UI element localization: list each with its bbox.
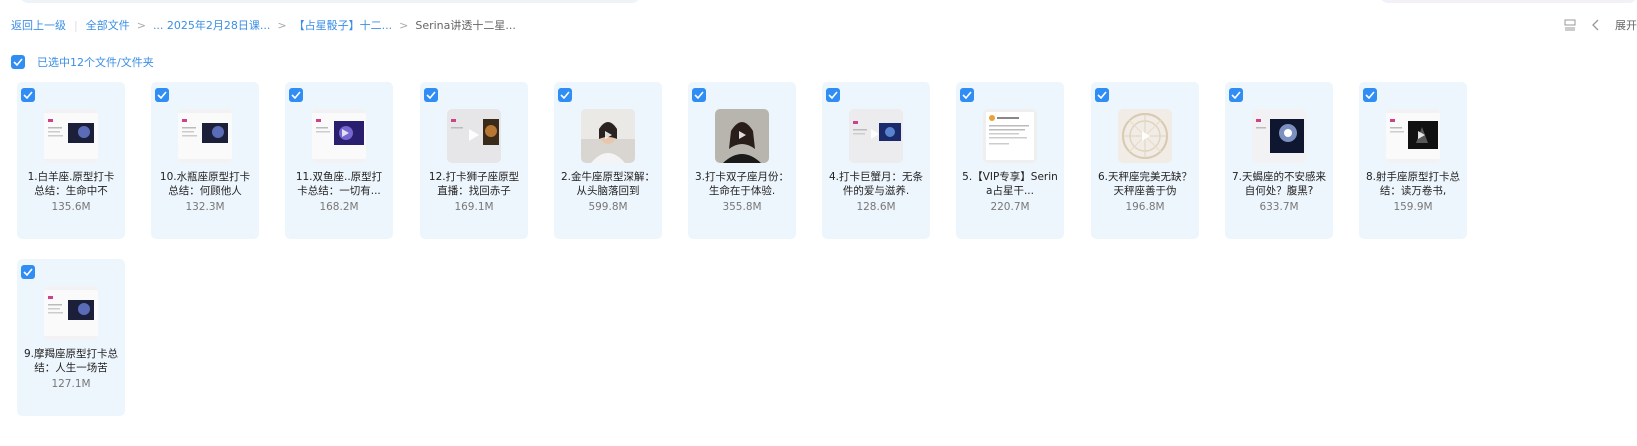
checkmark-icon: [962, 91, 972, 99]
file-card[interactable]: 10.水瓶座原型打卡总结：何顾他人 132.3M: [151, 82, 259, 239]
video-thumbnail[interactable]: [1252, 109, 1306, 163]
checkmark-icon: [157, 91, 167, 99]
file-checkbox[interactable]: [558, 88, 572, 102]
file-checkbox[interactable]: [1229, 88, 1243, 102]
list-view-icon[interactable]: [1563, 18, 1577, 32]
file-name[interactable]: 12.打卡狮子座原型直播：找回赤子: [426, 170, 522, 198]
file-checkbox[interactable]: [960, 88, 974, 102]
select-all-checkbox[interactable]: [11, 54, 25, 69]
video-thumbnail[interactable]: [1386, 109, 1440, 163]
checkmark-icon: [13, 57, 23, 66]
video-thumbnail[interactable]: [983, 109, 1037, 163]
breadcrumb-divider: |: [74, 18, 78, 32]
breadcrumb-separator: >: [136, 18, 146, 32]
file-checkbox[interactable]: [1363, 88, 1377, 102]
file-card[interactable]: 5.【VIP专享】Serina占星干... 220.7M: [956, 82, 1064, 239]
selection-count: 已选中12个文件/文件夹: [37, 55, 154, 69]
file-size: 169.1M: [454, 201, 494, 213]
back-link[interactable]: 返回上一级: [11, 17, 66, 33]
checkmark-icon: [291, 91, 301, 99]
top-bar-left: [20, 0, 640, 3]
file-checkbox[interactable]: [424, 88, 438, 102]
file-card[interactable]: 6.天秤座完美无缺？天秤座善于伪 196.8M: [1091, 82, 1199, 239]
video-thumbnail[interactable]: [44, 109, 98, 163]
file-name[interactable]: 9.摩羯座原型打卡总结：人生一场苦: [23, 347, 119, 375]
file-size: 128.6M: [856, 201, 896, 213]
file-name[interactable]: 7.天蝎座的不安感来自何处？腹黑?: [1231, 170, 1327, 198]
video-thumbnail[interactable]: [581, 109, 635, 163]
file-card[interactable]: 9.摩羯座原型打卡总结：人生一场苦 127.1M: [17, 259, 125, 416]
video-thumbnail[interactable]: [849, 109, 903, 163]
checkmark-icon: [1365, 91, 1375, 99]
file-name[interactable]: 1.白羊座.原型打卡总结：生命中不: [23, 170, 119, 198]
file-card[interactable]: 11.双鱼座..原型打卡总结：一切有... 168.2M: [285, 82, 393, 239]
file-checkbox[interactable]: [21, 88, 35, 102]
video-thumbnail[interactable]: [178, 109, 232, 163]
file-card[interactable]: 3.打卡双子座月份：生命在于体验. 355.8M: [688, 82, 796, 239]
file-name[interactable]: 8.射手座原型打卡总结：读万卷书,: [1365, 170, 1461, 198]
selection-bar: 已选中12个文件/文件夹: [11, 54, 154, 69]
top-bar-right: [1380, 0, 1637, 3]
file-card[interactable]: 7.天蝎座的不安感来自何处？腹黑? 633.7M: [1225, 82, 1333, 239]
checkmark-icon: [426, 91, 436, 99]
file-card[interactable]: 8.射手座原型打卡总结：读万卷书, 159.9M: [1359, 82, 1467, 239]
file-size: 599.8M: [588, 201, 628, 213]
file-name[interactable]: 6.天秤座完美无缺？天秤座善于伪: [1097, 170, 1193, 198]
chevron-left-icon[interactable]: [1589, 18, 1603, 32]
checkmark-icon: [1097, 91, 1107, 99]
file-size: 135.6M: [51, 201, 91, 213]
file-name[interactable]: 11.双鱼座..原型打卡总结：一切有...: [291, 170, 387, 198]
file-card[interactable]: 4.打卡巨蟹月：无条件的爱与滋养. 128.6M: [822, 82, 930, 239]
file-checkbox[interactable]: [1095, 88, 1109, 102]
breadcrumb-item-course[interactable]: ... 2025年2月28日课...: [153, 17, 270, 33]
video-thumbnail[interactable]: [44, 286, 98, 340]
file-size: 196.8M: [1125, 201, 1165, 213]
file-name[interactable]: 5.【VIP专享】Serina占星干...: [962, 170, 1058, 198]
checkmark-icon: [23, 268, 33, 276]
file-name[interactable]: 4.打卡巨蟹月：无条件的爱与滋养.: [828, 170, 924, 198]
file-checkbox[interactable]: [826, 88, 840, 102]
file-size: 159.9M: [1393, 201, 1433, 213]
breadcrumb-current: Serina讲透十二星...: [415, 19, 516, 32]
file-card[interactable]: 1.白羊座.原型打卡总结：生命中不 135.6M: [17, 82, 125, 239]
file-checkbox[interactable]: [692, 88, 706, 102]
video-thumbnail[interactable]: [312, 109, 366, 163]
checkmark-icon: [1231, 91, 1241, 99]
file-name[interactable]: 10.水瓶座原型打卡总结：何顾他人: [157, 170, 253, 198]
file-checkbox[interactable]: [21, 265, 35, 279]
view-tools: 展开: [1563, 16, 1637, 34]
file-size: 132.3M: [185, 201, 225, 213]
file-size: 633.7M: [1259, 201, 1299, 213]
file-card[interactable]: 2.金牛座原型深解：从头脑落回到 599.8M: [554, 82, 662, 239]
file-checkbox[interactable]: [155, 88, 169, 102]
breadcrumb-separator: >: [277, 18, 287, 32]
file-card[interactable]: 12.打卡狮子座原型直播：找回赤子 169.1M: [420, 82, 528, 239]
file-size: 168.2M: [319, 201, 359, 213]
breadcrumb: 返回上一级 | 全部文件 > ... 2025年2月28日课... > 【占星骰…: [11, 17, 516, 33]
file-size: 355.8M: [722, 201, 762, 213]
file-checkbox[interactable]: [289, 88, 303, 102]
file-name[interactable]: 2.金牛座原型深解：从头脑落回到: [560, 170, 656, 198]
file-size: 127.1M: [51, 378, 91, 390]
file-name[interactable]: 3.打卡双子座月份：生命在于体验.: [694, 170, 790, 198]
breadcrumb-separator: >: [399, 18, 409, 32]
checkmark-icon: [23, 91, 33, 99]
video-thumbnail[interactable]: [715, 109, 769, 163]
checkmark-icon: [694, 91, 704, 99]
breadcrumb-item-dice[interactable]: 【占星骰子】十二...: [294, 17, 393, 33]
checkmark-icon: [828, 91, 838, 99]
expand-button[interactable]: 展开: [1615, 17, 1637, 33]
video-thumbnail[interactable]: [1118, 109, 1172, 163]
checkmark-icon: [560, 91, 570, 99]
video-thumbnail[interactable]: [447, 109, 501, 163]
file-size: 220.7M: [990, 201, 1030, 213]
all-files-link[interactable]: 全部文件: [86, 17, 130, 33]
